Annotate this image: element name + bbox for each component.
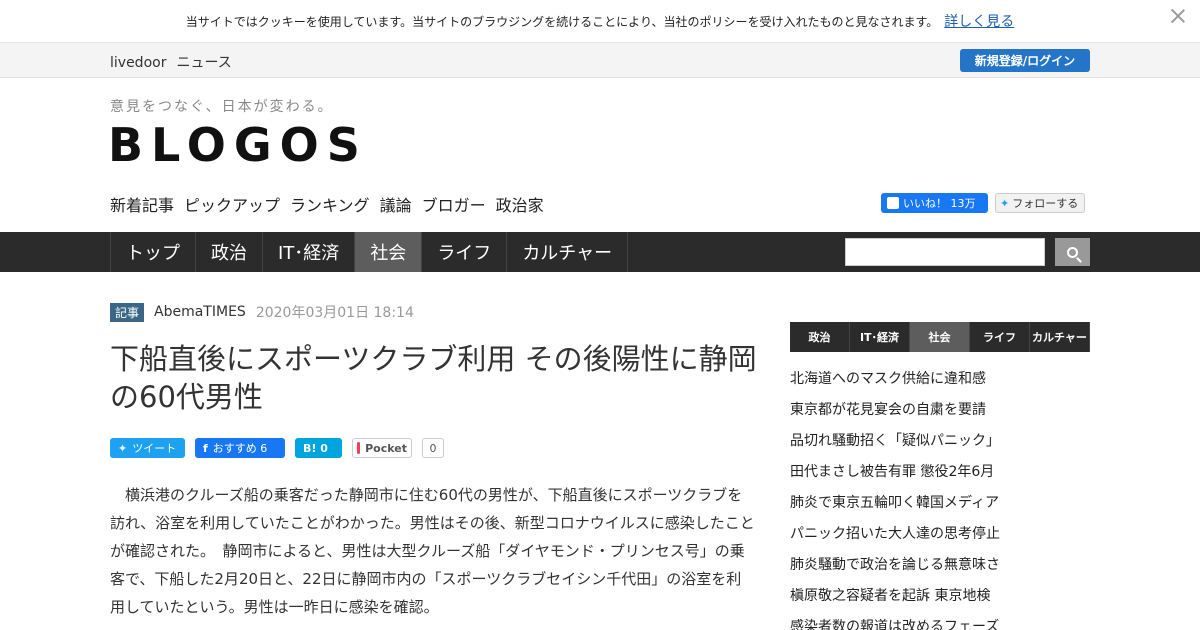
nav-politics[interactable]: 政治 bbox=[195, 232, 262, 272]
sidebar-tab-culture[interactable]: カルチャー bbox=[1030, 322, 1090, 352]
subnav-pickup[interactable]: ピックアップ bbox=[184, 192, 280, 216]
livedoor-brand[interactable]: livedoor ニュース bbox=[110, 52, 242, 72]
sidebar-tab-politics[interactable]: 政治 bbox=[790, 322, 850, 352]
nav-top[interactable]: トップ bbox=[110, 232, 195, 272]
hatena-bookmark-button[interactable]: B! 0 bbox=[295, 438, 342, 458]
twitter-follow-button[interactable]: ✦ フォローする bbox=[995, 193, 1085, 213]
livedoor-logo[interactable]: livedoor bbox=[110, 55, 166, 71]
main-navigation: トップ 政治 IT･経済 社会 ライフ カルチャー bbox=[0, 232, 1200, 272]
facebook-like-label: いいね！ 13万 bbox=[903, 197, 976, 210]
list-item[interactable]: 肺炎騒動で政治を論じる無意味さ bbox=[790, 548, 1090, 579]
article-meta: 記事 AbemaTIMES 2020年03月01日 18:14 bbox=[110, 302, 414, 322]
search-icon bbox=[1067, 246, 1078, 258]
subnav-bloggers[interactable]: ブロガー bbox=[422, 192, 486, 216]
subnav-politicians[interactable]: 政治家 bbox=[496, 192, 544, 216]
list-item[interactable]: 感染者数の報道は改めるフェーズ bbox=[790, 610, 1090, 630]
facebook-icon: f bbox=[203, 441, 208, 455]
share-buttons: ✦ ツイート f おすすめ 6 B! 0 Pocket 0 bbox=[110, 438, 444, 458]
article-body: 横浜港のクルーズ船の乗客だった静岡市に住む60代の男性が、下船直後にスポーツクラ… bbox=[110, 486, 755, 616]
tweet-label: ツイート bbox=[132, 442, 177, 455]
subnav-discussion[interactable]: 議論 bbox=[380, 192, 412, 216]
facebook-recommend-label: おすすめ 6 bbox=[212, 442, 268, 455]
nav-culture[interactable]: カルチャー bbox=[506, 232, 629, 272]
list-item[interactable]: 田代まさし被告有罪 懲役2年6月 bbox=[790, 455, 1090, 486]
facebook-like-button[interactable]: いいね！ 13万 bbox=[881, 193, 988, 213]
search-button[interactable] bbox=[1055, 238, 1090, 266]
blogos-logo[interactable]: BLOGOS bbox=[108, 118, 368, 172]
nav-life[interactable]: ライフ bbox=[421, 232, 506, 272]
nav-society[interactable]: 社会 bbox=[354, 232, 422, 272]
article-type-badge: 記事 bbox=[110, 302, 145, 322]
list-item[interactable]: 品切れ騒動招く「疑似パニック」 bbox=[790, 424, 1090, 455]
list-item[interactable]: 東京都が花見宴会の自粛を要請 bbox=[790, 393, 1090, 424]
facebook-recommend-button[interactable]: f おすすめ 6 bbox=[195, 438, 285, 458]
thumbs-up-icon bbox=[887, 197, 899, 209]
subnav-ranking[interactable]: ランキング bbox=[290, 192, 370, 216]
list-item[interactable]: 槇原敬之容疑者を起訴 東京地検 bbox=[790, 579, 1090, 610]
list-item[interactable]: パニック招いた大人達の思考停止 bbox=[790, 517, 1090, 548]
twitter-bird-icon: ✦ bbox=[1000, 196, 1010, 210]
pocket-icon bbox=[357, 442, 361, 454]
close-icon[interactable] bbox=[1168, 6, 1188, 26]
twitter-bird-icon: ✦ bbox=[118, 441, 128, 455]
article-source[interactable]: AbemaTIMES bbox=[154, 304, 246, 320]
article-title: 下船直後にスポーツクラブ利用 その後陽性に静岡の60代男性 bbox=[110, 342, 757, 414]
sidebar-tab-it-economy[interactable]: IT･経済 bbox=[850, 322, 910, 352]
cookie-details-link[interactable]: 詳しく見る bbox=[944, 11, 1014, 31]
twitter-follow-label: フォローする bbox=[1012, 197, 1079, 210]
pocket-button[interactable]: Pocket bbox=[352, 438, 412, 458]
livedoor-bar: livedoor ニュース 新規登録/ログイン bbox=[0, 42, 1200, 78]
tweet-button[interactable]: ✦ ツイート bbox=[110, 438, 185, 458]
pocket-label: Pocket bbox=[365, 441, 407, 455]
list-item[interactable]: 肺炎で東京五輪叩く韓国メディア bbox=[790, 486, 1090, 517]
sidebar-tab-society[interactable]: 社会 bbox=[910, 322, 970, 352]
subnav-new-articles[interactable]: 新着記事 bbox=[110, 192, 174, 216]
sidebar-article-list: 北海道へのマスク供給に違和感 東京都が花見宴会の自粛を要請 品切れ騒動招く「疑似… bbox=[790, 362, 1090, 630]
cookie-banner: 当サイトではクッキーを使用しています。当サイトのブラウジングを続けることにより、… bbox=[0, 0, 1200, 42]
sidebar-category-tabs: 政治 IT･経済 社会 ライフ カルチャー bbox=[790, 322, 1090, 352]
pocket-count: 0 bbox=[422, 438, 444, 458]
site-tagline: 意見をつなぐ、日本が変わる。 bbox=[110, 99, 334, 115]
search-input[interactable] bbox=[845, 238, 1045, 266]
article-date: 2020年03月01日 18:14 bbox=[255, 305, 414, 321]
nav-it-economy[interactable]: IT･経済 bbox=[262, 232, 354, 272]
login-button[interactable]: 新規登録/ログイン bbox=[960, 49, 1090, 72]
sub-navigation: 新着記事 ピックアップ ランキング 議論 ブロガー 政治家 bbox=[110, 192, 544, 216]
livedoor-news-link[interactable]: ニュース bbox=[176, 55, 231, 71]
cookie-message: 当サイトではクッキーを使用しています。当サイトのブラウジングを続けることにより、… bbox=[185, 14, 939, 29]
sidebar-tab-life[interactable]: ライフ bbox=[970, 322, 1030, 352]
list-item[interactable]: 北海道へのマスク供給に違和感 bbox=[790, 362, 1090, 393]
